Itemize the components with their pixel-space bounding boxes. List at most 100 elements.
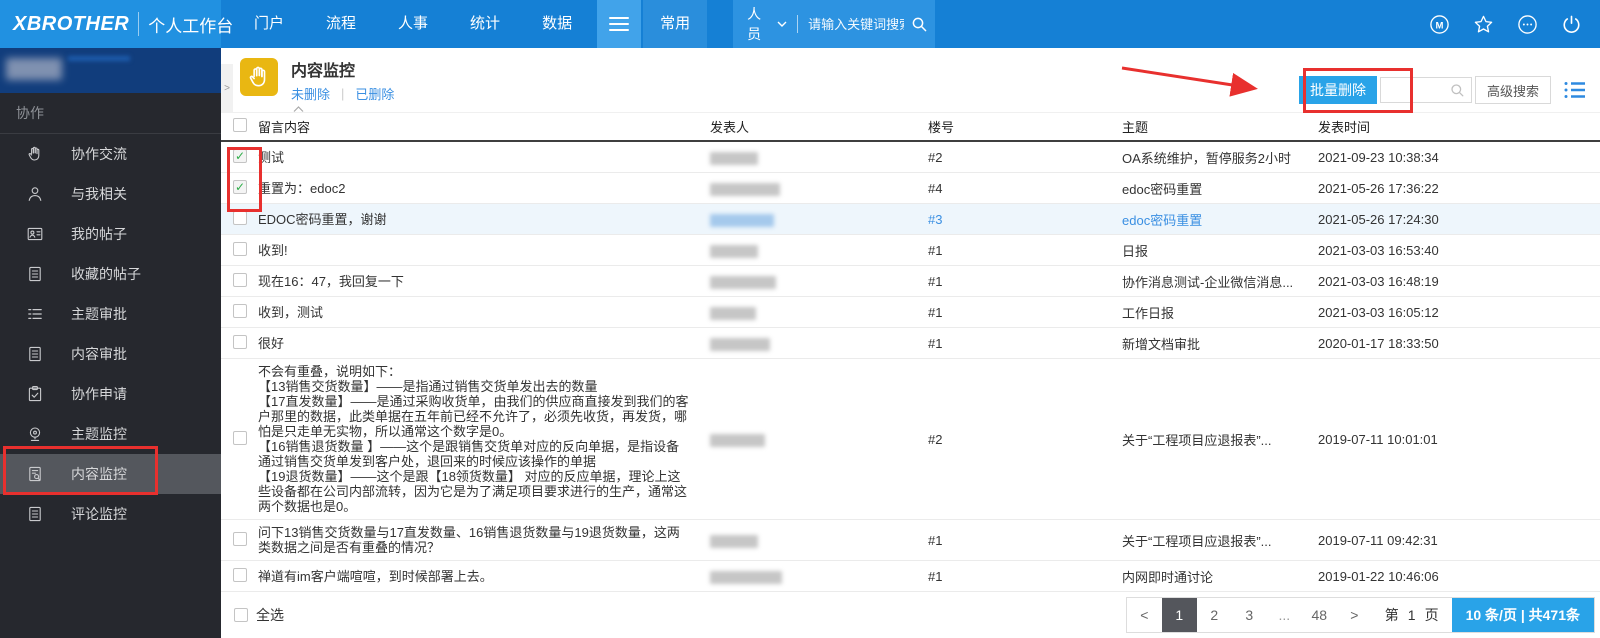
page-jump: 第 1 页 xyxy=(1372,605,1452,625)
sidebar-item-协作交流[interactable]: 协作交流 xyxy=(0,134,221,174)
idcard-icon xyxy=(26,225,44,243)
apps-menu-button[interactable] xyxy=(597,0,641,48)
row-checkbox[interactable] xyxy=(233,211,247,225)
topnav-item[interactable]: 统计 xyxy=(449,0,521,48)
header-content: 留言内容 xyxy=(258,117,710,136)
table-search-input[interactable] xyxy=(1381,78,1445,102)
sidebar-item-与我相关[interactable]: 与我相关 xyxy=(0,174,221,214)
search-category-dropdown[interactable]: 人员 xyxy=(747,4,771,44)
row-checkbox[interactable] xyxy=(233,431,247,445)
topnav-item[interactable]: 人事 xyxy=(377,0,449,48)
more-icon[interactable] xyxy=(1517,14,1538,35)
row-checkbox[interactable] xyxy=(233,273,247,287)
m-badge-icon[interactable]: M xyxy=(1429,14,1450,35)
cell-publish-time: 2021-03-03 16:48:19 xyxy=(1318,274,1600,289)
user-block[interactable] xyxy=(0,48,221,93)
search-icon[interactable] xyxy=(904,16,935,33)
sidebar-item-我的帖子[interactable]: 我的帖子 xyxy=(0,214,221,254)
cell-floor[interactable]: #3 xyxy=(928,212,1122,227)
monitor-icon xyxy=(26,465,44,483)
page-button-2[interactable]: 2 xyxy=(1197,598,1232,632)
select-all[interactable]: 全选 xyxy=(234,605,284,625)
table-row[interactable]: EDOC密码重置，谢谢#3edoc密码重置2021-05-26 17:24:30 xyxy=(221,204,1600,235)
sidebar-item-label: 内容审批 xyxy=(71,344,127,364)
cell-message-content: 收到，测试 xyxy=(258,300,710,325)
cell-publisher-redacted xyxy=(710,568,928,583)
topnav-item[interactable]: 数据 xyxy=(521,0,593,48)
search-icon[interactable] xyxy=(1445,83,1471,98)
select-all-label: 全选 xyxy=(256,605,284,625)
table-row[interactable]: 问下13销售交货数量与17直发数量、16销售退货数量与19退货数量，这两类数据之… xyxy=(221,520,1600,561)
page-button-3[interactable]: 3 xyxy=(1232,598,1267,632)
sidebar-item-协作申请[interactable]: 协作申请 xyxy=(0,374,221,414)
header-floor: 楼号 xyxy=(928,117,1122,136)
table-row[interactable]: 禅道有im客户端喧喧，到时候部署上去。#1内网即时通讨论2019-01-22 1… xyxy=(221,561,1600,592)
table-row[interactable]: 不会有重叠，说明如下： 【13销售交货数量】——是指通过销售交货单发出去的数量 … xyxy=(221,359,1600,520)
table-row[interactable]: 现在16：47，我回复一下#1协作消息测试-企业微信消息...2021-03-0… xyxy=(221,266,1600,297)
cell-publish-time: 2020-01-17 18:33:50 xyxy=(1318,336,1600,351)
cell-floor: #1 xyxy=(928,243,1122,258)
row-checkbox[interactable] xyxy=(233,304,247,318)
table-search-box xyxy=(1380,77,1472,103)
person-icon xyxy=(26,185,44,203)
chevron-up-icon[interactable] xyxy=(293,106,304,112)
page-size-summary[interactable]: 10 条/页 | 共471条 xyxy=(1452,597,1594,633)
row-checkbox[interactable] xyxy=(233,568,247,582)
cell-message-content: EDOC密码重置，谢谢 xyxy=(258,207,710,232)
select-all-checkbox[interactable] xyxy=(234,608,248,622)
cell-publisher-redacted xyxy=(710,149,928,164)
power-icon[interactable] xyxy=(1561,14,1582,35)
chevron-down-icon[interactable] xyxy=(777,21,787,28)
star-icon[interactable] xyxy=(1473,14,1494,35)
batch-delete-button[interactable]: 批量删除 xyxy=(1299,76,1377,104)
row-checkbox[interactable] xyxy=(233,532,247,546)
topnav-item[interactable]: 门户 xyxy=(233,0,305,48)
sidebar: 协作 协作交流与我相关我的帖子收藏的帖子主题审批内容审批协作申请主题监控内容监控… xyxy=(0,48,221,638)
sidebar-item-label: 协作交流 xyxy=(71,144,127,164)
global-search-input[interactable] xyxy=(808,17,904,32)
sidebar-item-内容监控[interactable]: 内容监控 xyxy=(0,454,221,494)
svg-text:M: M xyxy=(1436,20,1444,31)
row-checkbox[interactable] xyxy=(233,242,247,256)
tab-not-deleted[interactable]: 未删除 xyxy=(291,84,330,103)
sidebar-item-收藏的帖子[interactable]: 收藏的帖子 xyxy=(0,254,221,294)
cell-floor: #1 xyxy=(928,336,1122,351)
advanced-search-button[interactable]: 高级搜索 xyxy=(1475,76,1551,104)
sidebar-item-主题监控[interactable]: 主题监控 xyxy=(0,414,221,454)
sidebar-item-label: 主题审批 xyxy=(71,304,127,324)
header-checkbox[interactable] xyxy=(233,118,247,132)
table-row[interactable]: 很好#1新增文档审批2020-01-17 18:33:50 xyxy=(221,328,1600,359)
page-numbers: 123...48 xyxy=(1162,598,1337,632)
status-tabs: 未删除 | 已删除 xyxy=(291,84,394,103)
table-row[interactable]: 收到，测试#1工作日报2021-03-03 16:05:12 xyxy=(221,297,1600,328)
common-menu-button[interactable]: 常用 xyxy=(643,0,707,48)
cell-publish-time: 2021-03-03 16:53:40 xyxy=(1318,243,1600,258)
page-button-48[interactable]: 48 xyxy=(1302,598,1337,632)
cell-topic: 新增文档审批 xyxy=(1122,334,1318,353)
row-checkbox[interactable] xyxy=(233,180,247,194)
page-button-1[interactable]: 1 xyxy=(1162,598,1197,632)
cell-topic: 日报 xyxy=(1122,241,1318,260)
header-topic: 主题 xyxy=(1122,117,1318,136)
sidebar-item-评论监控[interactable]: 评论监控 xyxy=(0,494,221,534)
jump-page-input[interactable]: 1 xyxy=(1408,607,1416,623)
hand-icon xyxy=(246,64,272,90)
sidebar-item-内容审批[interactable]: 内容审批 xyxy=(0,334,221,374)
sidebar-item-主题审批[interactable]: 主题审批 xyxy=(0,294,221,334)
tab-separator: | xyxy=(341,86,344,101)
brand-name: XBROTHER xyxy=(13,13,129,36)
prev-page-button[interactable]: < xyxy=(1127,598,1162,632)
list-view-icon[interactable] xyxy=(1564,81,1586,99)
table-row[interactable]: 测试#2OA系统维护，暂停服务2小时2021-09-23 10:38:34 xyxy=(221,142,1600,173)
table-row[interactable]: 重置为：edoc2#4edoc密码重置2021-05-26 17:36:22 xyxy=(221,173,1600,204)
cell-topic[interactable]: edoc密码重置 xyxy=(1122,210,1318,229)
app-logo[interactable]: XBROTHER 个人工作台 xyxy=(0,0,221,48)
next-page-button[interactable]: > xyxy=(1337,598,1372,632)
table-row[interactable]: 收到!#1日报2021-03-03 16:53:40 xyxy=(221,235,1600,266)
row-checkbox[interactable] xyxy=(233,335,247,349)
topbar: XBROTHER 个人工作台 门户流程人事统计数据 常用 人员 M xyxy=(0,0,1600,48)
tab-deleted[interactable]: 已删除 xyxy=(355,84,394,103)
topnav-item[interactable]: 流程 xyxy=(305,0,377,48)
row-checkbox[interactable] xyxy=(233,149,247,163)
cell-publish-time: 2019-07-11 09:42:31 xyxy=(1318,533,1600,548)
